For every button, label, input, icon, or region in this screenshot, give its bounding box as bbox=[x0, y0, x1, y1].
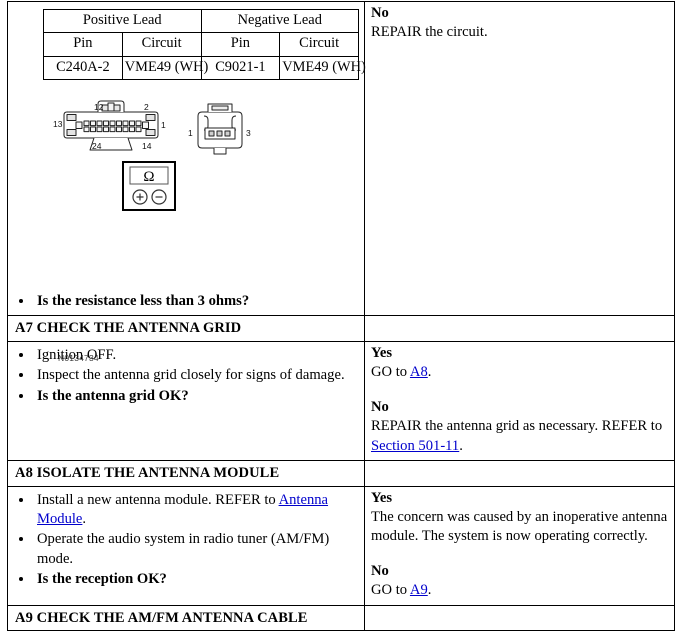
list-item-a8-1: Install a new antenna module. REFER to A… bbox=[34, 491, 364, 530]
group-header-positive-lead: Positive Lead bbox=[43, 8, 202, 34]
answer-text-no: GO to A9. bbox=[371, 581, 668, 600]
a8-step-list: Install a new antenna module. REFER to A… bbox=[8, 491, 364, 590]
pin-label-13: 13 bbox=[53, 119, 63, 129]
pin-label-1-left: 1 bbox=[161, 120, 166, 130]
ohmmeter-icon: Ω bbox=[122, 160, 176, 211]
table-row-a7-body: Ignition OFF. Inspect the antenna grid c… bbox=[7, 340, 675, 461]
answer-no-suffix: . bbox=[459, 437, 463, 454]
a8-bullet1-suffix: . bbox=[82, 511, 87, 528]
cell-circuit-negative: VME49 (WH) bbox=[279, 55, 366, 80]
list-item-a7-question: Is the antenna grid OK? bbox=[34, 387, 364, 406]
answer-label-no: No bbox=[371, 398, 389, 415]
cell-circuit-positive: VME49 (WH) bbox=[121, 55, 208, 80]
cell-a6-right: No REPAIR the circuit. bbox=[364, 0, 675, 317]
answer-text-yes: GO to A8. bbox=[371, 363, 668, 382]
manual-page: Positive Lead Negative Lead Pin Circuit … bbox=[0, 0, 679, 631]
cell-a8-header-right bbox=[364, 459, 675, 487]
step-header-a8: A8 ISOLATE THE ANTENNA MODULE bbox=[15, 464, 280, 481]
link-section-501-11[interactable]: Section 501-11 bbox=[371, 438, 459, 454]
answer-spacer bbox=[371, 547, 668, 562]
answer-label-yes: Yes bbox=[371, 344, 393, 361]
list-item-a7-2: Inspect the antenna grid closely for sig… bbox=[34, 366, 364, 385]
cell-a7-header-right bbox=[364, 315, 675, 342]
pin-label-1-right: 1 bbox=[188, 128, 193, 138]
step-header-a9: A9 CHECK THE AM/FM ANTENNA CABLE bbox=[15, 609, 308, 626]
figure-id-label: N0134734 bbox=[58, 352, 99, 363]
table-row-a6-continued: Positive Lead Negative Lead Pin Circuit … bbox=[7, 0, 675, 363]
column-header-circuit-positive: Circuit bbox=[121, 32, 202, 57]
cell-a8-header: A8 ISOLATE THE ANTENNA MODULE bbox=[7, 459, 365, 487]
pin-table-data-row: C240A-2 VME49 (WH) C9021-1 VME49 (WH) bbox=[43, 55, 366, 80]
cell-a9-header: A9 CHECK THE AM/FM ANTENNA CABLE bbox=[7, 604, 365, 631]
link-a8[interactable]: A8 bbox=[410, 364, 428, 380]
table-row-a8-header: A8 ISOLATE THE ANTENNA MODULE bbox=[7, 459, 675, 487]
pin-table-group-header-row: Positive Lead Negative Lead bbox=[43, 8, 359, 34]
list-item-a8-question: Is the reception OK? bbox=[34, 570, 364, 589]
pin-label-14: 14 bbox=[142, 141, 152, 151]
answer-block-a6: No REPAIR the circuit. bbox=[365, 2, 674, 47]
column-header-pin-positive: Pin bbox=[43, 32, 123, 57]
table-row-a8-body: Install a new antenna module. REFER to A… bbox=[7, 485, 675, 606]
pinpoint-test-table: Positive Lead Negative Lead Pin Circuit … bbox=[7, 0, 675, 631]
cell-a6-left: Positive Lead Negative Lead Pin Circuit … bbox=[7, 0, 366, 363]
answer-label-no: No bbox=[371, 562, 389, 579]
pin-table-column-header-row: Pin Circuit Pin Circuit bbox=[43, 32, 359, 57]
answer-no-prefix: REPAIR the antenna grid as necessary. RE… bbox=[371, 418, 663, 435]
answer-block-a8: Yes The concern was caused by an inopera… bbox=[365, 487, 674, 605]
answer-text-yes: The concern was caused by an inoperative… bbox=[371, 509, 668, 545]
answer-label-yes: Yes bbox=[371, 489, 393, 506]
answer-label-no: No bbox=[371, 5, 389, 21]
answer-yes-prefix: GO to bbox=[371, 364, 410, 381]
pin-label-3: 3 bbox=[246, 128, 251, 138]
a8-bullet1-prefix: Install a new antenna module. REFER to bbox=[37, 491, 279, 508]
cell-a7-header: A7 CHECK THE ANTENNA GRID bbox=[7, 315, 365, 342]
table-row-a9-header: A9 CHECK THE AM/FM ANTENNA CABLE bbox=[7, 604, 675, 631]
cell-a7-right: Yes GO to A8. No REPAIR the antenna grid… bbox=[364, 340, 675, 461]
connector-3pin-icon bbox=[197, 103, 243, 155]
connector-diagram-figure: 12 2 13 1 24 14 1 3 Ω N0134734 bbox=[8, 98, 364, 363]
step-header-a7: A7 CHECK THE ANTENNA GRID bbox=[15, 320, 242, 337]
answer-block-a7: Yes GO to A8. No REPAIR the antenna grid… bbox=[365, 342, 674, 460]
cell-pin-positive: C240A-2 bbox=[43, 55, 123, 80]
lead-pin-table: Positive Lead Negative Lead Pin Circuit … bbox=[43, 8, 366, 80]
answer-no-prefix: GO to bbox=[371, 582, 410, 599]
answer-no-suffix: . bbox=[427, 582, 432, 599]
column-header-circuit-negative: Circuit bbox=[279, 32, 359, 57]
group-header-negative-lead: Negative Lead bbox=[200, 8, 359, 34]
pin-label-24: 24 bbox=[92, 141, 102, 151]
answer-yes-suffix: . bbox=[427, 364, 432, 381]
answer-text-no: REPAIR the circuit. bbox=[371, 24, 488, 41]
pin-label-2: 2 bbox=[144, 102, 149, 112]
ohm-symbol: Ω bbox=[143, 169, 154, 185]
list-item-a8-2: Operate the audio system in radio tuner … bbox=[34, 530, 364, 569]
answer-spacer bbox=[371, 383, 668, 398]
table-row-a7-header: A7 CHECK THE ANTENNA GRID bbox=[7, 315, 675, 342]
column-header-pin-negative: Pin bbox=[200, 32, 281, 57]
pin-label-12: 12 bbox=[94, 102, 104, 112]
list-item-resistance-question: Is the resistance less than 3 ohms? bbox=[34, 292, 364, 311]
cell-a9-header-right bbox=[364, 604, 675, 631]
link-a9[interactable]: A9 bbox=[410, 582, 428, 598]
cell-pin-negative: C9021-1 bbox=[200, 55, 281, 80]
cell-a8-left: Install a new antenna module. REFER to A… bbox=[7, 485, 365, 606]
a6-question-list: Is the resistance less than 3 ohms? bbox=[8, 292, 364, 311]
answer-text-no: REPAIR the antenna grid as necessary. RE… bbox=[371, 417, 668, 456]
cell-a8-right: Yes The concern was caused by an inopera… bbox=[364, 485, 675, 606]
